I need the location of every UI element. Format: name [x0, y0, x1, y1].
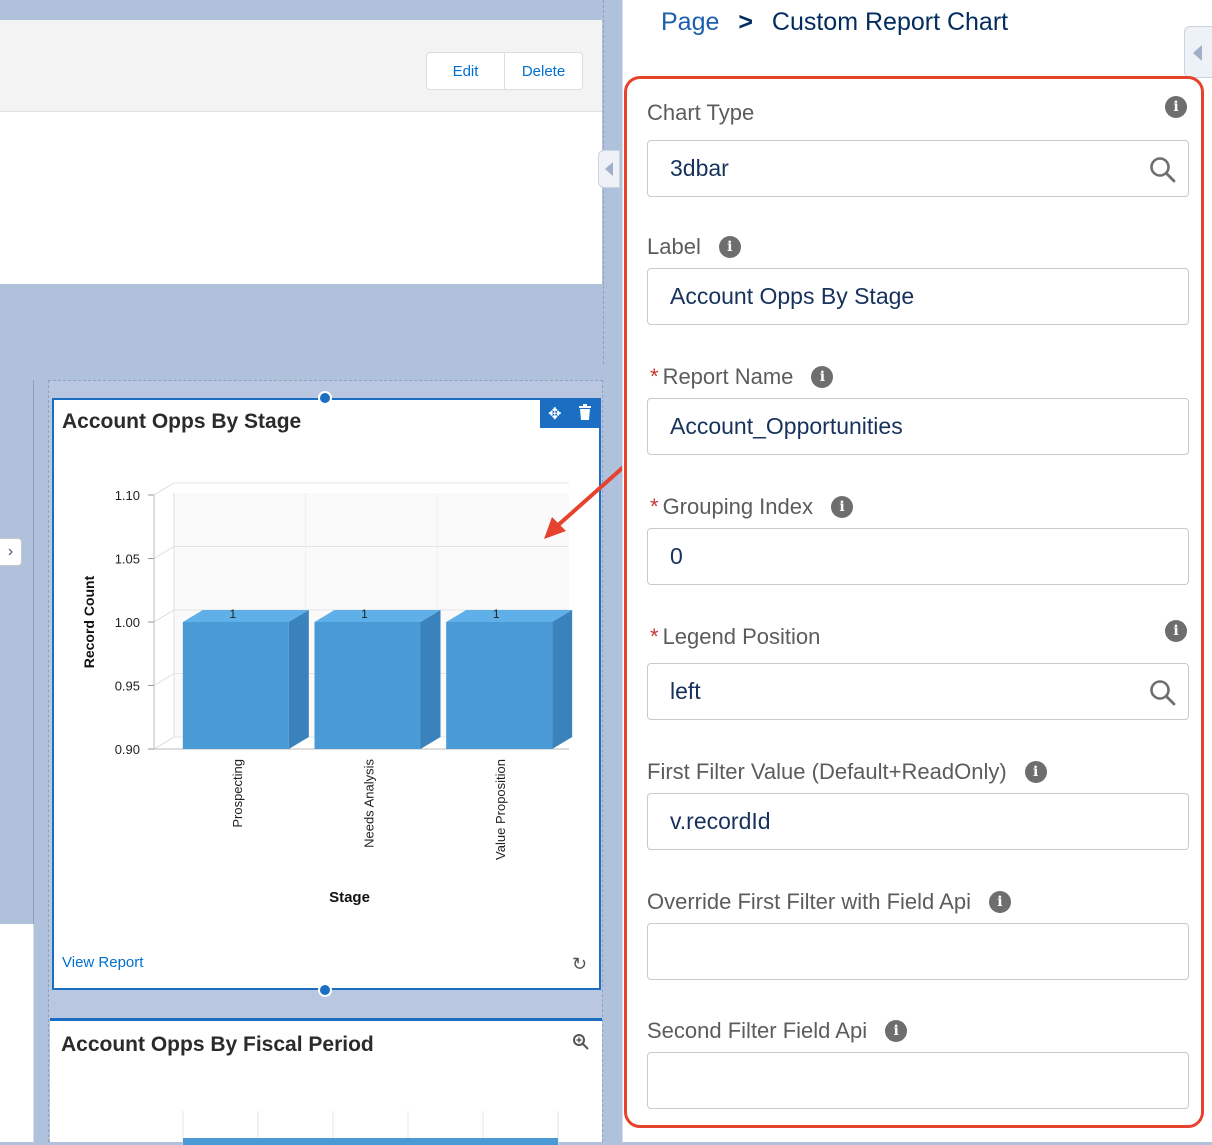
y-tick-label: 1.05 [115, 552, 140, 567]
field-label-text: Label [647, 234, 701, 259]
y-tick-label: 1.00 [115, 615, 140, 630]
edit-button[interactable]: Edit [427, 53, 504, 89]
data-label: 1 [493, 607, 500, 621]
x-tick-label: Value Proposition [493, 759, 508, 860]
grid-diagonal [153, 482, 175, 496]
legend-position-input[interactable]: left [647, 663, 1189, 720]
info-icon[interactable]: i [885, 1020, 908, 1042]
report-name-label: * Report Name i [650, 364, 834, 390]
info-icon[interactable]: i [718, 236, 741, 258]
second-filter-field-api-input[interactable] [647, 1052, 1189, 1109]
field-label-text: First Filter Value (Default+ReadOnly) [647, 759, 1007, 784]
fiscal-period-chart [182, 1111, 559, 1145]
y-axis-title: Record Count [81, 575, 97, 668]
data-label: 1 [229, 607, 236, 621]
legend-position-label: * Legend Position [650, 624, 820, 650]
bar-side [552, 610, 573, 749]
field-value: Account_Opportunities [670, 413, 903, 439]
field-label-text: Chart Type [647, 100, 755, 125]
resize-handle-bottom[interactable] [318, 983, 332, 997]
record-detail-card [0, 112, 602, 284]
field-value: Account Opps By Stage [670, 283, 915, 309]
x-tick-label: Prospecting [230, 759, 245, 828]
field-label-text: Override First Filter with Field Api [647, 889, 971, 914]
grid-diagonal [153, 736, 175, 750]
info-icon[interactable]: i [1024, 761, 1047, 783]
required-indicator: * [650, 364, 659, 389]
report-chart-component[interactable]: Account Opps By Stage 0.90 0.95 1.00 1.05 1.… [52, 398, 601, 990]
bar-side [288, 610, 309, 749]
first-filter-value-default-readonly-input[interactable]: v.recordId [647, 793, 1189, 850]
y-tick-label: 1.10 [115, 488, 140, 503]
breadcrumb-page-link[interactable]: Page [661, 8, 719, 36]
grid-diagonal [153, 546, 175, 559]
grouping-index-input[interactable]: 0 [647, 528, 1189, 585]
chart-type-input[interactable]: 3dbar [647, 140, 1189, 197]
breadcrumb-separator: > [738, 8, 753, 36]
bar-front [182, 622, 289, 749]
chart-type-label: Chart Type [647, 100, 754, 126]
first-filter-value-default-readonly-label: First Filter Value (Default+ReadOnly) i [647, 759, 1047, 785]
breadcrumb: Page > Custom Report Chart [661, 8, 1008, 37]
bar-chart: 0.90 0.95 1.00 1.05 1.10 1 Prospecting 1 Needs A… [81, 482, 573, 906]
field-value: left [670, 678, 701, 704]
annotation-arrow [544, 461, 630, 539]
y-tick-label: 0.90 [115, 742, 140, 757]
label-label: Label i [647, 234, 741, 260]
report-name-input[interactable]: Account_Opportunities [647, 398, 1189, 455]
grid-diagonal [153, 673, 175, 686]
bar-front [314, 622, 421, 749]
info-icon[interactable]: i [1165, 96, 1187, 118]
grid-diagonal [153, 609, 175, 623]
info-icon[interactable]: i [1165, 620, 1187, 642]
bar-top [314, 610, 441, 622]
required-indicator: * [650, 624, 659, 649]
canvas-collapse-tab[interactable] [598, 150, 620, 188]
component-toolbar: ✥ [540, 400, 600, 428]
bar-front [446, 622, 553, 749]
breadcrumb-current: Custom Report Chart [771, 8, 1009, 36]
data-label: 1 [361, 607, 368, 621]
field-label-text: Second Filter Field Api [647, 1018, 868, 1043]
refresh-icon[interactable]: ↻ [572, 954, 587, 975]
view-report-link[interactable]: View Report [62, 954, 143, 971]
zoom-icon[interactable] [572, 1033, 590, 1056]
field-value: 3dbar [670, 155, 729, 181]
component-title: Account Opps By Fiscal Period [61, 1033, 374, 1056]
bar-top [182, 610, 309, 622]
required-indicator: * [650, 494, 659, 519]
info-icon[interactable]: i [831, 496, 853, 518]
component-title: Account Opps By Stage [62, 410, 302, 433]
x-axis-title: Stage [329, 889, 370, 906]
field-label-text: Grouping Index [662, 494, 813, 519]
field-value: 0 [670, 543, 683, 569]
y-tick-label: 0.95 [115, 679, 140, 694]
label-input[interactable]: Account Opps By Stage [647, 268, 1189, 325]
info-icon[interactable]: i [988, 891, 1011, 913]
trash-icon[interactable] [578, 403, 592, 425]
resize-handle-top[interactable] [318, 391, 332, 405]
move-icon[interactable]: ✥ [548, 404, 561, 424]
bar-top [446, 610, 573, 622]
search-icon[interactable] [1148, 678, 1178, 708]
field-label-text: Legend Position [662, 624, 821, 649]
x-tick-label: Needs Analysis [362, 759, 377, 848]
grouping-index-label: * Grouping Index i [650, 494, 853, 520]
delete-button[interactable]: Delete [504, 53, 582, 89]
override-first-filter-with-field-api-label: Override First Filter with Field Api i [647, 889, 1011, 915]
field-label-text: Report Name [662, 364, 794, 389]
record-action-buttons: Edit Delete [426, 52, 583, 90]
field-value: v.recordId [670, 808, 771, 834]
left-column-component [0, 924, 34, 1142]
search-icon[interactable] [1148, 155, 1178, 185]
override-first-filter-with-field-api-input[interactable] [647, 923, 1189, 980]
chevron-right-icon[interactable]: › [0, 538, 22, 566]
panel-collapse-tab[interactable] [1184, 26, 1212, 78]
report-chart-component-2[interactable]: Account Opps By Fiscal Period [50, 1018, 602, 1145]
second-filter-field-api-label: Second Filter Field Api i [647, 1018, 908, 1044]
info-icon[interactable]: i [811, 366, 834, 388]
bar-side [420, 610, 441, 749]
